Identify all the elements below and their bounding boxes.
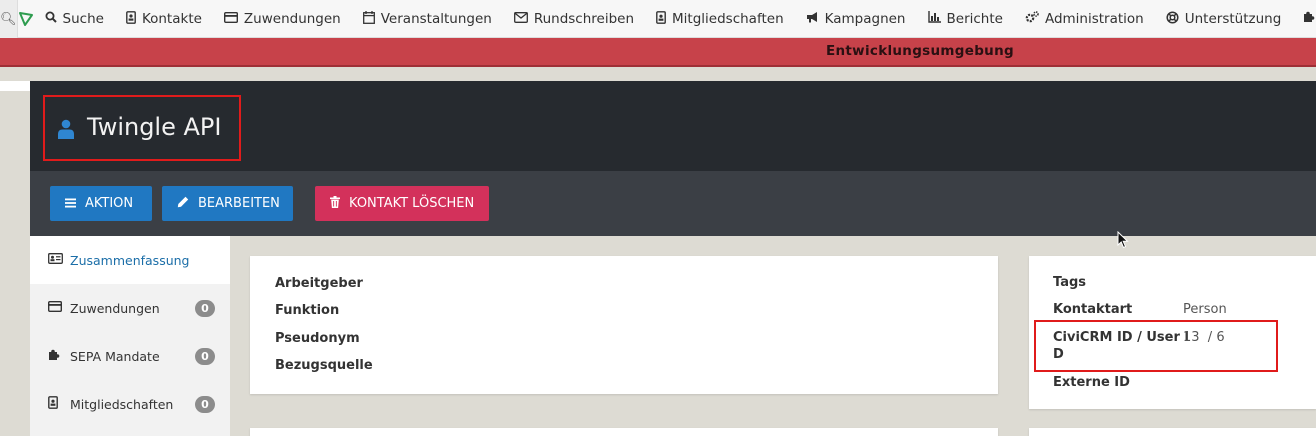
tab-count-badge: 0	[195, 395, 215, 413]
menu-label: Zuwendungen	[243, 10, 341, 27]
action-button[interactable]: AKTION	[50, 186, 152, 221]
tab-mitgliedschaften[interactable]: Mitgliedschaften 0	[30, 380, 230, 428]
contact-title-highlight: Twingle API	[43, 95, 241, 161]
mouse-cursor-icon	[1117, 230, 1129, 254]
menu-item-berichte[interactable]: Berichte	[917, 0, 1014, 38]
hamburger-icon	[65, 197, 76, 211]
civicrm-logo-icon[interactable]	[18, 0, 34, 38]
credit-card-icon	[223, 11, 238, 26]
tab-label: Mitgliedschaften	[70, 396, 174, 412]
tab-label: Zuwendungen	[70, 300, 160, 316]
tab-zusammenfassung[interactable]: Zusammenfassung	[30, 236, 230, 284]
delete-contact-button[interactable]: KONTAKT LÖSCHEN	[315, 186, 489, 221]
function-label: Funktion	[275, 303, 340, 318]
top-menubar: 🔍︎ Suche Kontakte Zuwendungen Veranstalt…	[0, 0, 1316, 38]
menu-item-administration[interactable]: Administration	[1014, 0, 1155, 38]
menu-label: Kampagnen	[824, 10, 906, 27]
tab-count-badge: 0	[195, 299, 215, 317]
pseudonym-label: Pseudonym	[275, 331, 360, 346]
edit-button-label: BEARBEITEN	[198, 196, 280, 211]
menu-label: Berichte	[946, 10, 1003, 27]
employer-label: Arbeitgeber	[275, 276, 363, 291]
civicrm-id-highlight	[1034, 320, 1278, 372]
menu-item-kontakte[interactable]: Kontakte	[115, 0, 213, 38]
menu-label: Administration	[1044, 10, 1144, 27]
bullhorn-icon	[806, 11, 819, 26]
person-icon	[58, 119, 74, 139]
employment-panel[interactable]: Arbeitgeber Funktion Pseudonym Bezugsque…	[250, 256, 998, 394]
address-card-icon	[48, 253, 64, 267]
tab-count-badge: 0	[195, 347, 215, 365]
contact-type-label: Kontaktart	[1053, 302, 1133, 317]
id-badge-icon	[656, 10, 666, 27]
contact-card-icon	[126, 10, 136, 27]
tab-sepa-mandate[interactable]: SEPA Mandate 0	[30, 332, 230, 380]
next-panel-left	[250, 428, 998, 436]
menu-label: Kontakte	[141, 10, 202, 27]
menu-label: Unterstützung	[1184, 10, 1282, 27]
lifebuoy-icon	[1166, 10, 1179, 27]
quicksearch-icon[interactable]: 🔍︎	[0, 0, 18, 38]
external-id-label: Externe ID	[1053, 375, 1130, 390]
environment-banner: Entwicklungsumgebung	[0, 38, 1316, 67]
menu-item-veranstaltungen[interactable]: Veranstaltungen	[352, 0, 503, 38]
pencil-icon	[177, 196, 189, 211]
puzzle-icon	[48, 349, 64, 364]
tab-label: SEPA Mandate	[70, 348, 160, 364]
menu-label: Mitgliedschaften	[672, 10, 784, 27]
search-icon	[45, 11, 57, 26]
environment-banner-text: Entwicklungsumgebung	[826, 43, 1014, 59]
menu-item-extension-partial[interactable]	[1292, 0, 1316, 38]
menu-item-mitgliedschaften[interactable]: Mitgliedschaften	[645, 0, 795, 38]
puzzle-icon	[1303, 11, 1315, 26]
tab-zuwendungen[interactable]: Zuwendungen 0	[30, 284, 230, 332]
tags-label: Tags	[1053, 275, 1087, 290]
calendar-icon	[362, 10, 375, 27]
menu-item-suche[interactable]: Suche	[34, 0, 115, 38]
menu-item-kampagnen[interactable]: Kampagnen	[795, 0, 917, 38]
menu-item-rundschreiben[interactable]: Rundschreiben	[503, 0, 645, 38]
cogs-icon	[1025, 11, 1039, 26]
tab-label: Zusammenfassung	[70, 252, 190, 268]
action-button-label: AKTION	[85, 196, 134, 211]
source-label: Bezugsquelle	[275, 358, 373, 373]
menu-item-zuwendungen[interactable]: Zuwendungen	[213, 0, 352, 38]
contact-type-value: Person	[1183, 302, 1227, 317]
contact-name: Twingle API	[87, 113, 222, 141]
trash-icon	[330, 196, 340, 211]
envelope-icon	[513, 11, 528, 26]
menu-label: Veranstaltungen	[380, 10, 492, 27]
page-gutter	[0, 81, 30, 91]
next-panel-right	[1029, 428, 1316, 436]
id-badge-icon	[48, 396, 64, 412]
edit-button[interactable]: BEARBEITEN	[162, 186, 293, 221]
credit-card-icon	[47, 300, 64, 315]
menu-item-unterstuetzung[interactable]: Unterstützung	[1155, 0, 1293, 38]
menu-label: Rundschreiben	[533, 10, 635, 27]
menu-label: Suche	[62, 10, 104, 27]
bar-chart-icon	[927, 11, 941, 26]
delete-contact-button-label: KONTAKT LÖSCHEN	[349, 196, 475, 211]
